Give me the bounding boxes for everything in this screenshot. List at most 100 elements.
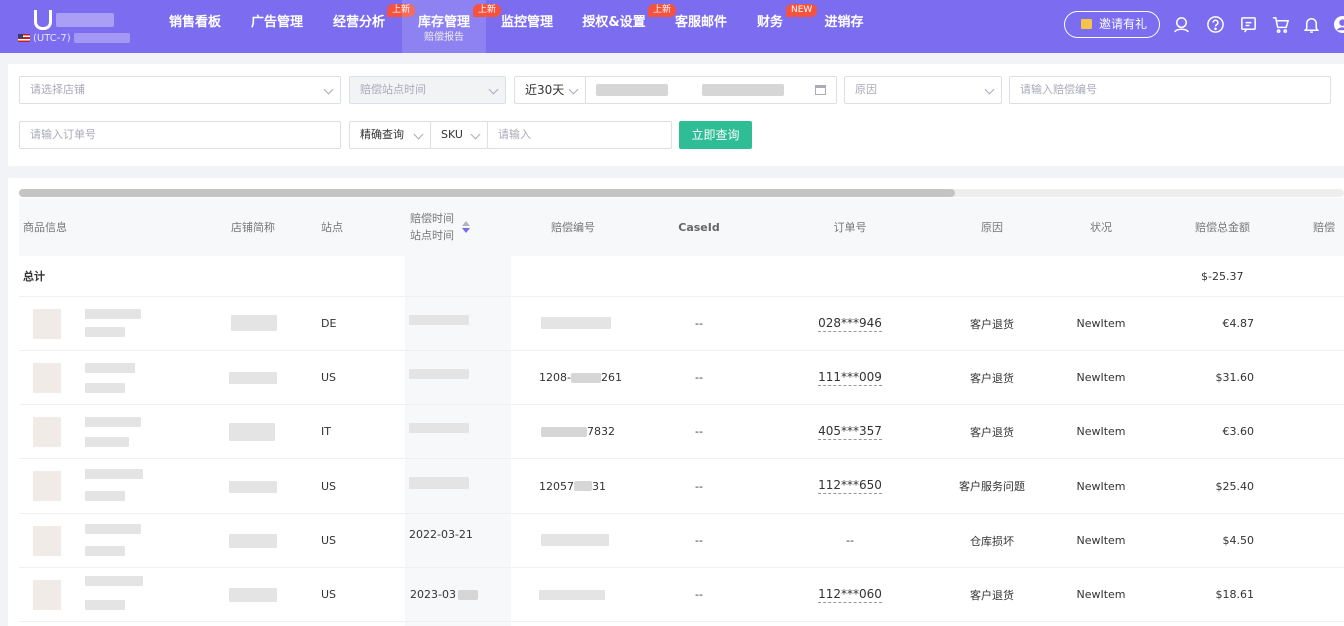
product-image xyxy=(33,526,61,556)
chevron-down-icon xyxy=(470,129,481,140)
message-icon[interactable] xyxy=(1239,15,1258,34)
amount-cell: $25.40 xyxy=(1215,479,1255,493)
product-image xyxy=(33,309,61,339)
table-row[interactable]: DE -- 028***946 客户退货 NewItem €4.87 xyxy=(19,297,1344,351)
nav-cs-mail[interactable]: 客服邮件 xyxy=(666,0,736,53)
total-label: 总计 xyxy=(23,270,45,283)
col-more: 赔偿 xyxy=(1313,221,1335,234)
site-cell: US xyxy=(321,371,337,384)
case-id-cell: -- xyxy=(695,371,703,384)
horizontal-scrollbar[interactable] xyxy=(19,189,1344,197)
chevron-down-icon xyxy=(488,84,499,95)
case-id-cell: -- xyxy=(695,479,703,493)
table-row[interactable]: IT 7832 -- 405***357 客户退货 NewItem €3.60 xyxy=(19,405,1344,459)
order-no-input[interactable]: 请输入订单号 xyxy=(19,121,341,149)
keyword-input[interactable]: 请输入 xyxy=(487,121,672,149)
amount-cell: €4.87 xyxy=(1222,317,1255,330)
chevron-down-icon xyxy=(323,84,334,95)
cart-icon[interactable] xyxy=(1271,15,1290,34)
reason-cell: 客户退货 xyxy=(970,425,1014,439)
comp-no-cell: 1208- 261 xyxy=(539,371,622,384)
us-flag-icon xyxy=(18,34,30,42)
compensation-no-input[interactable]: 请输入赔偿编号 xyxy=(1009,76,1331,104)
date-range-select[interactable]: 近30天 xyxy=(514,76,586,104)
app-logo[interactable] xyxy=(34,6,114,30)
status-cell: NewItem xyxy=(1076,371,1126,384)
nav-business-analysis[interactable]: 经营分析 上新 xyxy=(324,0,416,53)
reason-cell: 客户服务问题 xyxy=(959,480,1025,493)
time-cell: 2022-03-21 xyxy=(409,528,473,541)
status-cell: NewItem xyxy=(1076,534,1126,547)
col-comp-no: 赔偿编号 xyxy=(551,221,595,234)
order-link[interactable]: 112***060 xyxy=(818,587,882,603)
chevron-down-icon xyxy=(413,129,424,140)
order-link[interactable]: 111***009 xyxy=(818,370,882,386)
site-cell: US xyxy=(321,588,337,601)
gift-icon xyxy=(1081,19,1092,29)
match-mode-select[interactable]: 精确查询 xyxy=(349,121,431,149)
scrollbar-thumb[interactable] xyxy=(19,189,955,197)
col-reason: 原因 xyxy=(981,221,1003,234)
top-nav: (UTC-7) 销售看板 广告管理 经营分析 上新 库存管理 赔偿报告 上新 监控管理… xyxy=(0,0,1344,53)
total-row: 总计 $-25.37 xyxy=(19,256,1344,297)
product-image xyxy=(33,363,61,393)
nav-monitoring[interactable]: 监控管理 xyxy=(492,0,562,53)
table-row[interactable]: US 2023-03 -- 112***060 客户退货 NewItem $18… xyxy=(19,568,1344,622)
table-row[interactable]: US 12057 31 -- 112***650 客户服务问题 NewItem $… xyxy=(19,459,1344,514)
site-cell: US xyxy=(321,479,337,493)
product-image xyxy=(33,580,61,610)
reason-cell: 客户退货 xyxy=(970,588,1014,602)
date-range-input[interactable] xyxy=(585,76,837,104)
site-cell: US xyxy=(321,534,337,547)
total-amount: $-25.37 xyxy=(1201,269,1244,283)
col-time[interactable]: 赔偿时间 站点时间 xyxy=(410,198,510,256)
table-row[interactable]: US 2022-03-21 -- -- 仓库损坏 NewItem $4.50 xyxy=(19,514,1344,568)
col-status: 状况 xyxy=(1090,221,1112,234)
headset-icon[interactable] xyxy=(1172,15,1191,34)
status-cell: NewItem xyxy=(1076,588,1126,601)
case-id-cell: -- xyxy=(695,317,703,330)
case-id-cell: -- xyxy=(695,534,703,547)
product-image xyxy=(33,471,61,501)
site-cell: IT xyxy=(321,425,331,438)
nav-purchase-sales-stock[interactable]: 进销存 xyxy=(814,0,874,53)
nav-inventory-sub: 赔偿报告 xyxy=(424,32,464,43)
site-cell: DE xyxy=(321,317,337,330)
nav-inventory[interactable]: 库存管理 赔偿报告 上新 xyxy=(402,0,502,53)
nav-ads[interactable]: 广告管理 xyxy=(242,0,312,53)
col-order-no: 订单号 xyxy=(833,221,867,234)
reason-select[interactable]: 原因 xyxy=(844,76,1002,104)
status-cell: NewItem xyxy=(1076,425,1126,438)
sort-icon[interactable] xyxy=(462,221,470,233)
comp-no-cell: 12057 31 xyxy=(539,479,606,493)
amount-cell: $31.60 xyxy=(1215,371,1255,384)
avatar-icon[interactable] xyxy=(1333,15,1344,34)
col-store: 店铺简称 xyxy=(231,221,275,234)
order-link[interactable]: 028***946 xyxy=(818,316,882,332)
help-icon[interactable] xyxy=(1206,15,1225,34)
field-type-select[interactable]: SKU xyxy=(430,121,488,149)
time-type-select[interactable]: 赔偿站点时间 xyxy=(349,76,506,104)
amount-cell: €3.60 xyxy=(1222,425,1255,438)
status-cell: NewItem xyxy=(1076,479,1126,493)
new-badge: NEW xyxy=(786,4,818,17)
bell-icon[interactable] xyxy=(1302,15,1321,34)
nav-sales-dashboard[interactable]: 销售看板 xyxy=(160,0,230,53)
product-image xyxy=(33,417,61,447)
col-amount: 赔偿总金额 xyxy=(1195,221,1250,234)
query-button[interactable]: 立即查询 xyxy=(679,121,752,149)
col-product: 商品信息 xyxy=(23,221,67,234)
reason-cell: 客户退货 xyxy=(970,371,1014,385)
nav-finance[interactable]: 财务 NEW xyxy=(748,0,818,53)
reason-cell: 仓库损坏 xyxy=(970,534,1014,548)
nav-auth-settings[interactable]: 授权&设置 上新 xyxy=(576,0,677,53)
order-link[interactable]: 112***650 xyxy=(818,478,882,494)
status-cell: NewItem xyxy=(1076,317,1126,330)
order-link[interactable]: 405***357 xyxy=(818,424,882,440)
invite-button[interactable]: 邀请有礼 xyxy=(1064,11,1160,38)
case-id-cell: -- xyxy=(695,425,703,438)
timezone-label: (UTC-7) xyxy=(18,33,130,44)
table-row[interactable]: US 1208- 261 -- 111***009 客户退货 NewItem $3… xyxy=(19,351,1344,405)
reason-cell: 客户退货 xyxy=(970,317,1014,331)
store-select[interactable]: 请选择店铺 xyxy=(19,76,341,104)
